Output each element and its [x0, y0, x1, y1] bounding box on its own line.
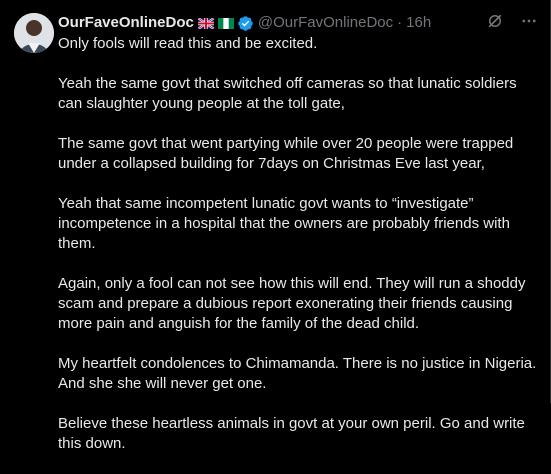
- tweet-paragraph: Again, only a fool can not see how this …: [58, 275, 526, 332]
- author-handle[interactable]: @OurFavOnlineDoc: [258, 13, 393, 33]
- grok-icon[interactable]: [486, 12, 504, 30]
- more-options-icon[interactable]: [520, 12, 538, 30]
- tweet-paragraph: Yeah that same incompetent lunatic govt …: [58, 195, 510, 252]
- uk-flag-icon: [197, 17, 214, 29]
- tweet-actions: [486, 12, 538, 30]
- header-separator: ·: [397, 14, 403, 31]
- nigeria-flag-icon: [217, 17, 234, 29]
- verified-badge-icon: [238, 15, 253, 31]
- tweet-paragraph: Only fools will read this and be excited…: [58, 35, 318, 52]
- tweet-content: OurFaveOnlineDoc @OurFavOnlineDoc · 16h …: [58, 12, 538, 474]
- tweet-paragraph: The same govt that went partying while o…: [58, 135, 514, 172]
- tweet-text: Only fools will read this and be excited…: [58, 34, 538, 454]
- tweet-header: OurFaveOnlineDoc @OurFavOnlineDoc · 16h: [58, 12, 538, 34]
- tweet-paragraph: My heartfelt condolences to Chimamanda. …: [58, 355, 537, 392]
- timestamp[interactable]: 16h: [406, 13, 431, 33]
- tweet-paragraph: Believe these heartless animals in govt …: [58, 415, 525, 452]
- author-name[interactable]: OurFaveOnlineDoc: [58, 13, 194, 33]
- avatar-image: [14, 13, 54, 53]
- tweet-paragraph: Yeah the same govt that switched off cam…: [58, 75, 517, 112]
- avatar[interactable]: [14, 13, 54, 53]
- tweet: OurFaveOnlineDoc @OurFavOnlineDoc · 16h …: [0, 0, 551, 452]
